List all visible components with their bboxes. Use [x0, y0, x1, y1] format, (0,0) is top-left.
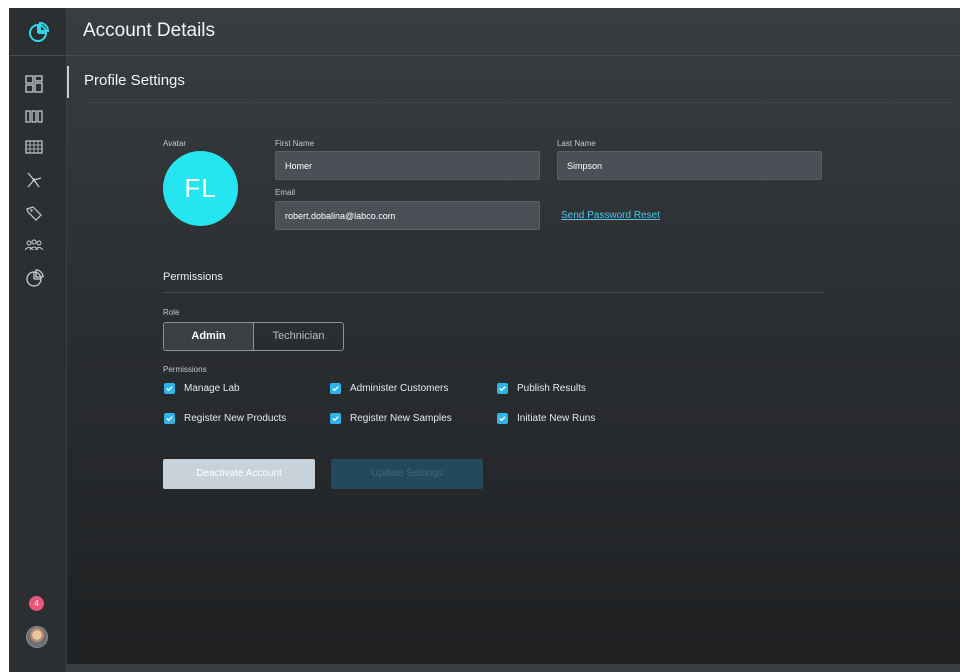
last-name-field[interactable] [557, 151, 822, 180]
pie-logo-icon [29, 21, 49, 42]
email-field[interactable] [275, 201, 540, 230]
role-toggle: Admin Technician [163, 322, 344, 351]
permission-label: Publish Results [517, 383, 586, 394]
section-title: Profile Settings [84, 72, 185, 89]
permission-register-new-samples[interactable]: Register New Samples [330, 413, 452, 424]
divider [84, 102, 952, 103]
notification-badge[interactable]: 4 [29, 596, 44, 611]
sidebar-logo[interactable] [9, 8, 67, 56]
checkbox-checked-icon[interactable] [497, 413, 508, 424]
users-icon [24, 239, 44, 251]
update-settings-button[interactable]: Update Settings [331, 459, 483, 489]
sidebar-item-columns[interactable] [24, 106, 44, 126]
permission-publish-results[interactable]: Publish Results [497, 383, 586, 394]
profile-avatar[interactable]: FL [163, 151, 238, 226]
columns-icon [25, 110, 43, 123]
permissions-divider [163, 292, 824, 293]
network-icon [27, 172, 42, 188]
checkbox-checked-icon[interactable] [330, 413, 341, 424]
role-admin-option[interactable]: Admin [164, 323, 254, 350]
checkbox-checked-icon[interactable] [164, 413, 175, 424]
dashboard-grid-icon [25, 75, 43, 93]
checkbox-checked-icon[interactable] [497, 383, 508, 394]
permission-register-new-products[interactable]: Register New Products [164, 413, 286, 424]
sidebar-item-users[interactable] [24, 235, 44, 255]
permission-label: Administer Customers [350, 383, 449, 394]
permissions-heading: Permissions [163, 271, 223, 283]
section-indicator [67, 66, 69, 98]
permission-manage-lab[interactable]: Manage Lab [164, 383, 240, 394]
sidebar: 4 [9, 8, 67, 672]
deactivate-account-button[interactable]: Deactivate Account [163, 459, 315, 489]
send-password-reset-link[interactable]: Send Password Reset [561, 210, 660, 221]
role-label: Role [163, 308, 180, 317]
last-name-label: Last Name [557, 139, 596, 148]
checkbox-checked-icon[interactable] [330, 383, 341, 394]
permission-label: Register New Products [184, 413, 287, 424]
app-frame: 4 Account Details Profile Settings Avata… [9, 8, 960, 672]
bottom-bar [67, 664, 960, 672]
permission-label: Register New Samples [350, 413, 452, 424]
permission-label: Manage Lab [184, 383, 240, 394]
sidebar-item-tags[interactable] [24, 203, 44, 223]
avatar-label: Avatar [163, 139, 186, 148]
sidebar-item-dashboard[interactable] [24, 74, 44, 94]
user-avatar[interactable] [26, 626, 48, 648]
checkbox-checked-icon[interactable] [164, 383, 175, 394]
table-grid-icon [25, 140, 43, 154]
permission-initiate-new-runs[interactable]: Initiate New Runs [497, 413, 595, 424]
sidebar-item-network[interactable] [24, 170, 44, 190]
pie-chart-icon [26, 269, 44, 287]
permission-label: Initiate New Runs [517, 413, 596, 424]
permission-administer-customers[interactable]: Administer Customers [330, 383, 448, 394]
tag-icon [26, 206, 42, 221]
email-label: Email [275, 188, 296, 197]
sidebar-item-table[interactable] [24, 137, 44, 157]
first-name-field[interactable] [275, 151, 540, 180]
page-header: Account Details [67, 8, 960, 56]
sidebar-item-reports[interactable] [24, 268, 44, 288]
page-title: Account Details [83, 20, 216, 41]
first-name-label: First Name [275, 139, 315, 148]
permissions-label: Permissions [163, 365, 207, 374]
role-technician-option[interactable]: Technician [254, 323, 343, 350]
